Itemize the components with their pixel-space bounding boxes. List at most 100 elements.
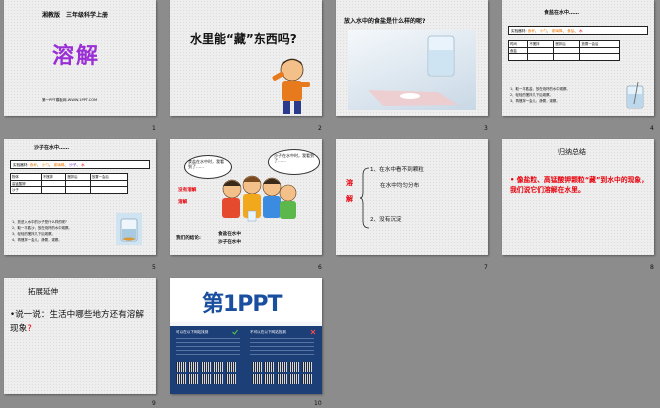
point-1b: 在水中均匀分布 — [380, 183, 420, 189]
qr-code — [188, 374, 199, 384]
left-column-head: 可以在以下网站找到 — [176, 330, 209, 334]
qr-code — [301, 374, 312, 384]
slide-thumbnail-10[interactable]: 第1PPT 可以在以下网站找到 不可以在以下网站找到 — [170, 278, 322, 394]
equipment-item: 水 — [579, 29, 583, 33]
point-1: 1、在水中看不到颗粒 — [370, 167, 424, 173]
qr-code — [213, 374, 224, 384]
slide-number-7: 7 — [484, 264, 488, 271]
equipment-item: 食杯 — [527, 29, 535, 33]
point-2: 2、没有沉淀 — [370, 217, 402, 223]
qr-code — [264, 362, 275, 372]
equipment-item: 食杯 — [29, 163, 37, 167]
bubble-left-text: 食盐在水中时，我看到了…… — [188, 159, 224, 169]
brace-icon — [360, 167, 370, 229]
salt-water-photo — [348, 30, 476, 110]
boy-illustration — [272, 58, 310, 114]
qr-code — [225, 362, 236, 372]
slide-4-equipment-row: 实验器材: 食杯、 小勺、 玻璃棒、 食盐、 水 — [508, 26, 648, 35]
qr-code-grid-left — [176, 362, 236, 384]
qr-code — [301, 362, 312, 372]
brace-label: 溶 解 — [346, 179, 353, 203]
right-column-head: 不可以在以下网站找到 — [250, 330, 286, 334]
text-lines-left — [176, 338, 240, 356]
question-mark: ? — [27, 324, 32, 334]
slide-4-title: 食盐在水中…… — [544, 10, 580, 16]
equipment-label: 实验器材: — [13, 163, 29, 167]
slide-1-title: 溶解 — [52, 44, 101, 69]
qr-code — [252, 374, 262, 384]
slide-1-footer: 第一PPT模板网-WWW.1PPT.COM — [42, 98, 98, 102]
cross-icon — [310, 329, 316, 335]
equipment-item: 小勺 — [41, 163, 49, 167]
slide-thumbnail-9[interactable]: 拓展延伸 •说一说：生活中哪些地方还有溶解现象? — [4, 278, 156, 394]
equipment-item: 沙子 — [69, 163, 77, 167]
slide-5-step: 4、再搅拌一会儿，静置，观察。 — [12, 238, 62, 242]
slide-number-10: 10 — [314, 400, 322, 407]
qr-code — [176, 362, 186, 372]
slide-8-title: 归纳总结 — [558, 148, 586, 156]
qr-code — [225, 374, 236, 384]
slide-4-step: 1、取一平匙盐，放在烧杯的水中观察。 — [510, 87, 570, 91]
equipment-item: 玻璃棒 — [551, 29, 563, 33]
conclusion-item: 食盐在水中 — [218, 232, 241, 237]
equipment-item: 小勺 — [539, 29, 547, 33]
slide-4-step: 3、再搅拌一会儿，静置，观察。 — [510, 99, 560, 103]
slide-8-body-text: 像盐粒、高锰酸钾颗粒“藏”到水中的现象，我们说它们溶解在水里。 — [510, 176, 649, 194]
label-not-dissolved: 没有溶解 — [178, 188, 197, 193]
slide-thumbnail-2[interactable]: 水里能“藏”东西吗? — [170, 0, 322, 116]
slide-5-step: 3、轻轻的搅拌几下后观察。 — [12, 232, 55, 236]
equipment-item: 水 — [81, 163, 85, 167]
qr-code — [252, 362, 262, 372]
qr-code — [188, 362, 199, 372]
qr-code — [176, 374, 186, 384]
conclusion-label: 我们的结论: — [176, 236, 201, 241]
slide-5-title: 沙子在水中…… — [34, 145, 70, 151]
label-dissolved: 溶解 — [178, 200, 188, 205]
slide-2-question: 水里能“藏”东西吗? — [190, 32, 297, 46]
slide-number-8: 8 — [650, 264, 654, 271]
slide-number-1: 1 — [152, 125, 156, 132]
qr-code — [213, 362, 224, 372]
qr-code — [264, 374, 275, 384]
slide-number-9: 9 — [152, 400, 156, 407]
text-lines-right — [250, 338, 314, 356]
slide-8-body: • 像盐粒、高锰酸钾颗粒“藏”到水中的现象，我们说它们溶解在水里。 — [510, 175, 648, 195]
children-illustration — [222, 175, 297, 222]
conclusion-item: 沙子在水中 — [218, 240, 241, 245]
slide-thumbnail-3[interactable]: 放入水中的食盐是什么样的呢? — [336, 0, 488, 116]
qr-code-grid-right — [252, 362, 312, 384]
slide-thumbnail-4[interactable]: 食盐在水中…… 实验器材: 食杯、 小勺、 玻璃棒、 食盐、 水 时间 不搅拌 … — [502, 0, 654, 116]
beaker-icon — [116, 213, 142, 245]
slide-4-table: 时间 不搅拌 搅拌后 放置一会后 食盐 — [507, 40, 620, 61]
slide-number-6: 6 — [318, 264, 322, 271]
bullet-icon: • — [510, 176, 515, 184]
equipment-item: 食盐 — [567, 29, 575, 33]
qr-code — [276, 374, 287, 384]
slide-5-step: 2、取一平匙沙，放在烧杯的水中观察。 — [12, 226, 72, 230]
slide-thumbnail-7[interactable]: 溶 解 1、在水中看不到颗粒 在水中均匀分布 2、没有沉淀 — [336, 139, 488, 255]
slide-number-4: 4 — [650, 125, 654, 132]
equipment-item: 玻璃棒 — [53, 163, 65, 167]
slide-thumbnail-1[interactable]: 湘教版 三年级科学上册 溶解 第一PPT模板网-WWW.1PPT.COM — [4, 0, 156, 116]
slide-5-equipment-row: 实验器材: 食杯、 小勺、 玻璃棒、 沙子、 水 — [10, 160, 150, 169]
slide-thumbnail-6[interactable]: 食盐在水中时，我看到了…… 沙子在水中时，我看到了…… 没有溶解 溶解 我们的结… — [170, 139, 322, 255]
equipment-label: 实验器材: — [511, 29, 527, 33]
slide-number-2: 2 — [318, 125, 322, 132]
qr-code — [200, 362, 211, 372]
brand-banner: 第1PPT — [170, 278, 322, 322]
bubble-right-text: 沙子在水中时，我看到了…… — [274, 153, 314, 163]
slide-number-3: 3 — [484, 125, 488, 132]
slide-1-header: 湘教版 三年级科学上册 — [42, 12, 109, 19]
check-icon — [232, 329, 238, 335]
qr-code — [289, 362, 300, 372]
slide-5-table: 物体 不搅拌 搅拌后 放置一会后 高锰酸钾 沙子 — [10, 173, 129, 194]
slide-5-step: 1、放进入水中的沙子是什么样的呢? — [12, 220, 67, 224]
slide-3-title: 放入水中的食盐是什么样的呢? — [344, 18, 426, 25]
glass-icon — [368, 35, 458, 106]
qr-code — [276, 362, 287, 372]
slide-4-step: 2、轻轻的搅拌几下后观察。 — [510, 93, 553, 97]
slide-thumbnail-8[interactable]: 归纳总结 • 像盐粒、高锰酸钾颗粒“藏”到水中的现象，我们说它们溶解在水里。 — [502, 139, 654, 255]
brand-logo: 第1PPT — [202, 292, 283, 317]
slide-thumbnail-5[interactable]: 沙子在水中…… 实验器材: 食杯、 小勺、 玻璃棒、 沙子、 水 物体 不搅拌 … — [4, 139, 156, 255]
slide-number-5: 5 — [152, 264, 156, 271]
